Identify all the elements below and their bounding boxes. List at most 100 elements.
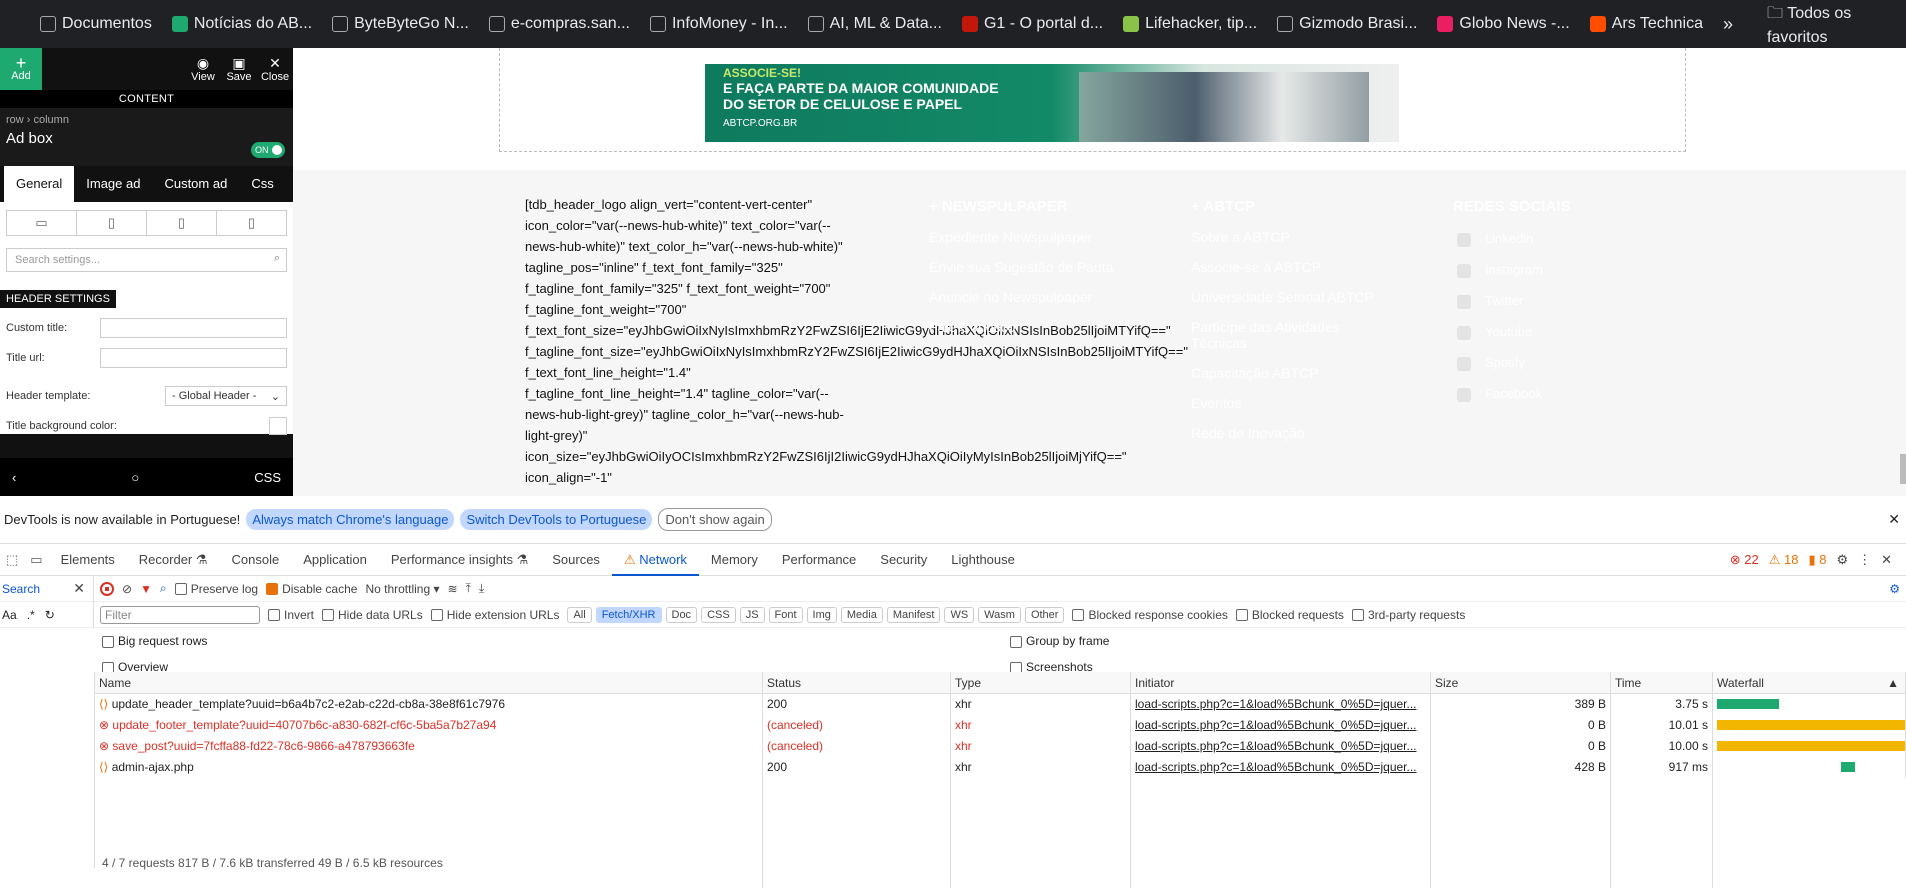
linkedin-link[interactable]: Linkedin (1453, 231, 1571, 247)
close-devtools-icon[interactable]: ✕ (1881, 552, 1892, 568)
breadcrumb[interactable]: row › column (6, 114, 287, 126)
search-pane-tab[interactable]: Search ✕ (0, 575, 94, 602)
col-waterfall[interactable]: Waterfall ▲ (1713, 672, 1906, 693)
bookmark-item[interactable]: Documentos (40, 15, 152, 33)
hide-ext-urls-checkbox[interactable]: Hide extension URLs (430, 608, 559, 622)
col-time[interactable]: Time (1611, 672, 1713, 693)
header-template-select[interactable]: - Global Header - ⌄ (165, 386, 287, 406)
facebook-link[interactable]: Facebook (1453, 386, 1571, 402)
footer-link[interactable]: Sobre a ABTCP (1191, 229, 1391, 245)
spotify-link[interactable]: Spotify (1453, 355, 1571, 371)
phone-icon[interactable]: ▯ (217, 211, 286, 235)
bookmark-item[interactable]: Notícias do AB... (171, 15, 312, 33)
type-filter-font[interactable]: Font (768, 606, 803, 623)
element-toggle[interactable]: ON (251, 142, 285, 158)
tab-elements[interactable]: Elements (49, 544, 127, 576)
blocked-requests-checkbox[interactable]: Blocked requests (1235, 608, 1344, 622)
tablet-portrait-icon[interactable]: ▯ (147, 211, 217, 235)
type-filter-ws[interactable]: WS (944, 606, 975, 623)
col-type[interactable]: Type (951, 672, 1131, 693)
request-initiator-link[interactable]: load-scripts.php?c=1&load%5Bchunk_0%5D=j… (1131, 694, 1431, 715)
settings-search-input[interactable]: Search settings... ⌕ (6, 248, 287, 272)
circle-icon[interactable]: ○ (131, 470, 139, 485)
tab-performance[interactable]: Performance (770, 544, 868, 576)
type-filter-all[interactable]: All (567, 606, 592, 623)
bookmark-item[interactable]: Lifehacker, tip... (1123, 15, 1257, 33)
tab-performance-insights[interactable]: Performance insights ⚗ (379, 544, 540, 576)
bookmark-item[interactable]: e-compras.san... (488, 15, 630, 33)
type-filter-img[interactable]: Img (806, 606, 837, 623)
abtcp-banner-ad[interactable]: ASSOCIE-SE! E FAÇA PARTE DA MAIOR COMUNI… (705, 64, 1399, 142)
close-icon[interactable]: ✕ (1888, 511, 1900, 528)
record-icon[interactable] (100, 581, 114, 596)
footer-link[interactable]: Rede de Inovação (1191, 425, 1391, 441)
footer-link[interactable]: Capacitação ABTCP (1191, 365, 1391, 381)
table-row[interactable]: ⟨⟩ update_header_template?uuid=b6a4b7c2-… (95, 694, 1906, 715)
bookmarks-overflow-button[interactable]: » (1723, 14, 1733, 35)
filter-input[interactable]: Filter (100, 605, 260, 624)
preserve-log-checkbox[interactable]: Preserve log (174, 582, 258, 596)
save-button[interactable]: ▣ Save (221, 48, 257, 90)
table-row[interactable]: ⊗ save_post?uuid=7fcffa88-fd22-78c6-9866… (95, 736, 1906, 757)
throttling-select[interactable]: No throttling ▾ (365, 582, 439, 596)
view-button[interactable]: ◉ View (185, 48, 221, 90)
page-scrollbar[interactable] (1900, 454, 1906, 484)
footer-link[interactable]: Anuncie no Newspulpaper (929, 289, 1113, 305)
group-frame-checkbox[interactable]: Group by frame (1010, 634, 1109, 648)
type-filter-css[interactable]: CSS (701, 606, 736, 623)
tab-security[interactable]: Security (868, 544, 939, 576)
bookmark-item[interactable]: ByteByteGo N... (332, 15, 469, 33)
refresh-icon[interactable]: ↻ (45, 608, 55, 622)
desktop-icon[interactable]: ▭ (7, 211, 77, 235)
request-initiator-link[interactable]: load-scripts.php?c=1&load%5Bchunk_0%5D=j… (1131, 757, 1431, 778)
switch-language-button[interactable]: Switch DevTools to Portuguese (460, 509, 653, 530)
footer-link[interactable]: Eventos (1191, 395, 1391, 411)
col-initiator[interactable]: Initiator (1131, 672, 1431, 693)
footer-link[interactable]: Expediente Newspulpaper (929, 229, 1113, 245)
inspect-icon[interactable]: ⬚ (0, 552, 24, 568)
device-toolbar-icon[interactable]: ▭ (24, 552, 48, 568)
tab-console[interactable]: Console (220, 544, 292, 576)
type-filter-manifest[interactable]: Manifest (886, 606, 941, 623)
type-filter-js[interactable]: JS (739, 606, 765, 623)
instagram-link[interactable]: Instagram (1453, 262, 1571, 278)
bookmark-item[interactable]: Gizmodo Brasi... (1277, 15, 1417, 33)
bookmark-item[interactable]: Globo News -... (1437, 15, 1570, 33)
type-filter-doc[interactable]: Doc (665, 606, 698, 623)
gear-icon[interactable]: ⚙ (1836, 552, 1848, 568)
disable-cache-checkbox[interactable]: Disable cache (266, 582, 357, 596)
tab-lighthouse[interactable]: Lighthouse (939, 544, 1027, 576)
close-button[interactable]: ✕ Close (257, 48, 293, 90)
footer-link[interactable]: Fale Conosco (929, 319, 1113, 335)
invert-checkbox[interactable]: Invert (268, 608, 314, 622)
network-settings-icon[interactable]: ⚙ (1889, 582, 1900, 596)
tab-network[interactable]: ⚠ Network (611, 544, 699, 576)
col-name[interactable]: Name (95, 672, 763, 693)
add-button[interactable]: + Add (0, 48, 42, 90)
bookmark-item[interactable]: AI, ML & Data... (807, 15, 942, 33)
twitter-link[interactable]: Twitter (1453, 293, 1571, 309)
clear-icon[interactable]: ⊘ (122, 582, 132, 596)
tab-application[interactable]: Application (291, 544, 379, 576)
col-status[interactable]: Status (763, 672, 951, 693)
type-filter-other[interactable]: Other (1024, 606, 1065, 623)
footer-link[interactable]: Associe-se à ABTCP (1191, 259, 1391, 275)
regex-toggle[interactable]: .* (27, 608, 35, 622)
filter-icon[interactable]: ▼ (140, 582, 152, 596)
dont-show-again-button[interactable]: Don't show again (658, 508, 772, 531)
match-case-toggle[interactable]: Aa (2, 608, 17, 622)
footer-link[interactable]: Participe das Atividades Técnicas (1191, 319, 1391, 351)
back-icon[interactable]: ‹ (12, 470, 16, 485)
wifi-icon[interactable]: ≋ (448, 582, 458, 596)
big-rows-checkbox[interactable]: Big request rows (102, 634, 207, 648)
request-initiator-link[interactable]: load-scripts.php?c=1&load%5Bchunk_0%5D=j… (1131, 736, 1431, 757)
import-icon[interactable]: ⤒ (466, 581, 471, 596)
youtube-link[interactable]: Youtube (1453, 324, 1571, 340)
table-row[interactable]: ⟨⟩ admin-ajax.php 200 xhr load-scripts.php?… (95, 757, 1906, 778)
css-button[interactable]: CSS (254, 470, 281, 485)
tab-custom-ad[interactable]: Custom ad (152, 166, 239, 202)
type-filter-media[interactable]: Media (840, 606, 883, 623)
footer-link[interactable]: Universidade Setorial ABTCP (1191, 289, 1391, 305)
table-row[interactable]: ⊗ update_footer_template?uuid=40707b6c-a… (95, 715, 1906, 736)
type-filter-fetch-xhr[interactable]: Fetch/XHR (595, 606, 662, 623)
